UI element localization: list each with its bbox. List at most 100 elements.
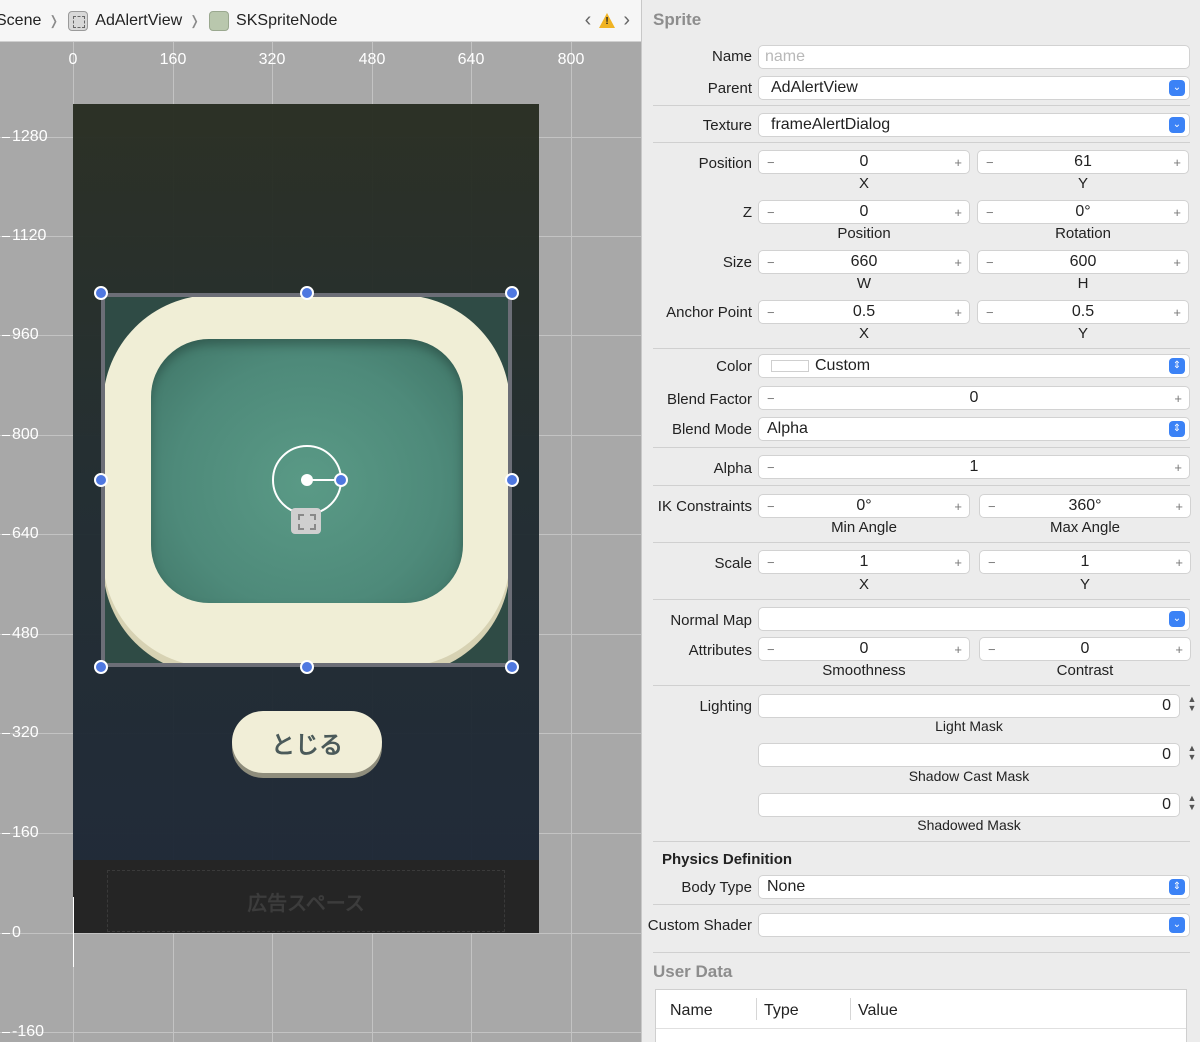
plus-icon[interactable]: + <box>954 642 962 657</box>
breadcrumb-scene[interactable]: Scene ❭ <box>0 12 68 30</box>
name-field[interactable]: name <box>759 46 1189 68</box>
minus-icon[interactable]: − <box>767 460 775 475</box>
plus-icon[interactable]: + <box>1175 555 1183 570</box>
scene-editor[interactable]: Scene ❭ AdAlertView ❭ SKSpriteNode ‹ ! › <box>0 0 642 1042</box>
minus-icon[interactable]: − <box>767 642 775 657</box>
size-w-stepper[interactable]: − 660 + <box>759 251 969 273</box>
resize-handle-left[interactable] <box>94 473 108 487</box>
previous-issue-icon[interactable]: ‹ <box>585 10 592 30</box>
minus-icon[interactable]: − <box>767 305 775 320</box>
minus-icon[interactable]: − <box>767 555 775 570</box>
alpha-label: Alpha <box>713 460 752 477</box>
user-data-column-value[interactable]: Value <box>858 1002 898 1020</box>
blend-mode-popup[interactable]: Alpha ⇕ <box>759 418 1189 440</box>
ruler-y-label: 960 <box>12 326 39 343</box>
plus-icon[interactable]: + <box>954 255 962 270</box>
minus-icon[interactable]: − <box>767 391 775 406</box>
scale-y-stepper[interactable]: − 1 + <box>980 551 1190 573</box>
plus-icon[interactable]: + <box>1173 205 1181 220</box>
ik-max-angle-stepper[interactable]: − 360° + <box>980 495 1190 517</box>
ruler-tick <box>2 933 10 934</box>
close-button-sprite[interactable]: とじる <box>232 711 382 773</box>
custom-shader-label: Custom Shader <box>647 917 752 934</box>
plus-icon[interactable]: + <box>1173 155 1181 170</box>
breadcrumb-spritenode[interactable]: SKSpriteNode <box>209 10 337 31</box>
body-type-popup[interactable]: None ⇕ <box>759 876 1189 898</box>
plus-icon[interactable]: + <box>954 155 962 170</box>
shadow-cast-mask-stepper-icon[interactable]: ▲ ▼ <box>1186 744 1198 762</box>
minus-icon[interactable]: − <box>986 255 994 270</box>
warning-icon[interactable]: ! <box>599 12 616 28</box>
z-position-stepper[interactable]: − 0 + <box>759 201 969 223</box>
plus-icon[interactable]: + <box>954 305 962 320</box>
contrast-stepper[interactable]: − 0 + <box>980 638 1190 660</box>
light-mask-field[interactable]: 0 <box>759 695 1179 717</box>
plus-icon[interactable]: + <box>1173 255 1181 270</box>
anchor-x-stepper[interactable]: − 0.5 + <box>759 301 969 323</box>
alpha-stepper[interactable]: − 1 + <box>759 456 1189 478</box>
size-h-stepper[interactable]: − 600 + <box>978 251 1188 273</box>
z-rotation-stepper[interactable]: − 0° + <box>978 201 1188 223</box>
light-mask-stepper-icon[interactable]: ▲ ▼ <box>1186 695 1198 713</box>
plus-icon[interactable]: + <box>954 555 962 570</box>
rotation-handle[interactable] <box>334 473 348 487</box>
scale-x-stepper[interactable]: − 1 + <box>759 551 969 573</box>
scale-x-value: 1 <box>859 553 869 570</box>
custom-shader-popup[interactable]: ⌄ <box>759 914 1189 936</box>
parent-popup[interactable]: AdAlertView ⌄ <box>759 77 1189 99</box>
next-issue-icon[interactable]: › <box>623 10 630 30</box>
plus-icon[interactable]: + <box>954 499 962 514</box>
position-y-stepper[interactable]: − 61 + <box>978 151 1188 173</box>
plus-icon[interactable]: + <box>1175 499 1183 514</box>
texture-popup[interactable]: frameAlertDialog ⌄ <box>759 114 1189 136</box>
plus-icon[interactable]: + <box>954 205 962 220</box>
ik-max-angle-caption: Max Angle <box>1049 519 1121 536</box>
minus-icon[interactable]: − <box>988 499 996 514</box>
resize-handle-bottom[interactable] <box>300 660 314 674</box>
plus-icon[interactable]: + <box>1174 391 1182 406</box>
minus-icon[interactable]: − <box>986 305 994 320</box>
anchor-point-dot[interactable] <box>301 474 313 486</box>
plus-icon[interactable]: + <box>1174 460 1182 475</box>
smoothness-stepper[interactable]: − 0 + <box>759 638 969 660</box>
minus-icon[interactable]: − <box>767 255 775 270</box>
origin-axis <box>73 897 74 967</box>
resize-handle-top-right[interactable] <box>505 286 519 300</box>
minus-icon[interactable]: − <box>986 155 994 170</box>
ad-space[interactable]: 広告スペース <box>73 860 539 933</box>
shadowed-mask-field[interactable]: 0 <box>759 794 1179 816</box>
z-rotation-caption: Rotation <box>1055 225 1111 242</box>
breadcrumb-adalertview-label: AdAlertView <box>95 11 183 29</box>
minus-icon[interactable]: − <box>988 642 996 657</box>
minus-icon[interactable]: − <box>767 499 775 514</box>
position-x-caption: X <box>858 175 869 192</box>
normal-map-popup[interactable]: ⌄ <box>759 608 1189 630</box>
resize-handle-bottom-right[interactable] <box>505 660 519 674</box>
shadowed-mask-stepper-icon[interactable]: ▲ ▼ <box>1186 794 1198 812</box>
ruler-y-label: 320 <box>12 724 39 741</box>
plus-icon[interactable]: + <box>1173 305 1181 320</box>
plus-icon[interactable]: + <box>1175 642 1183 657</box>
scene-canvas[interactable]: 0 160 320 480 640 800 広告スペース 1280 1120 9… <box>0 42 641 1042</box>
resize-handle-bottom-left[interactable] <box>94 660 108 674</box>
parent-value: AdAlertView <box>771 79 858 96</box>
anchor-y-stepper[interactable]: − 0.5 + <box>978 301 1188 323</box>
minus-icon[interactable]: − <box>767 155 775 170</box>
blend-factor-stepper[interactable]: − 0 + <box>759 387 1189 409</box>
shadow-cast-mask-field[interactable]: 0 <box>759 744 1179 766</box>
minus-icon[interactable]: − <box>986 205 994 220</box>
position-x-stepper[interactable]: − 0 + <box>759 151 969 173</box>
resize-handle-right[interactable] <box>505 473 519 487</box>
chevron-updown-icon: ⇕ <box>1169 421 1185 437</box>
grid-line <box>0 1032 641 1033</box>
ik-min-angle-stepper[interactable]: − 0° + <box>759 495 969 517</box>
color-popup[interactable]: Custom ⇕ <box>759 355 1189 377</box>
breadcrumb-adalertview[interactable]: AdAlertView ❭ <box>68 10 209 31</box>
user-data-column-type[interactable]: Type <box>764 1002 799 1020</box>
resize-handle-top[interactable] <box>300 286 314 300</box>
minus-icon[interactable]: − <box>988 555 996 570</box>
user-data-column-name[interactable]: Name <box>670 1002 713 1020</box>
minus-icon[interactable]: − <box>767 205 775 220</box>
resize-handle-top-left[interactable] <box>94 286 108 300</box>
user-data-table[interactable]: Name Type Value <box>655 989 1187 1042</box>
